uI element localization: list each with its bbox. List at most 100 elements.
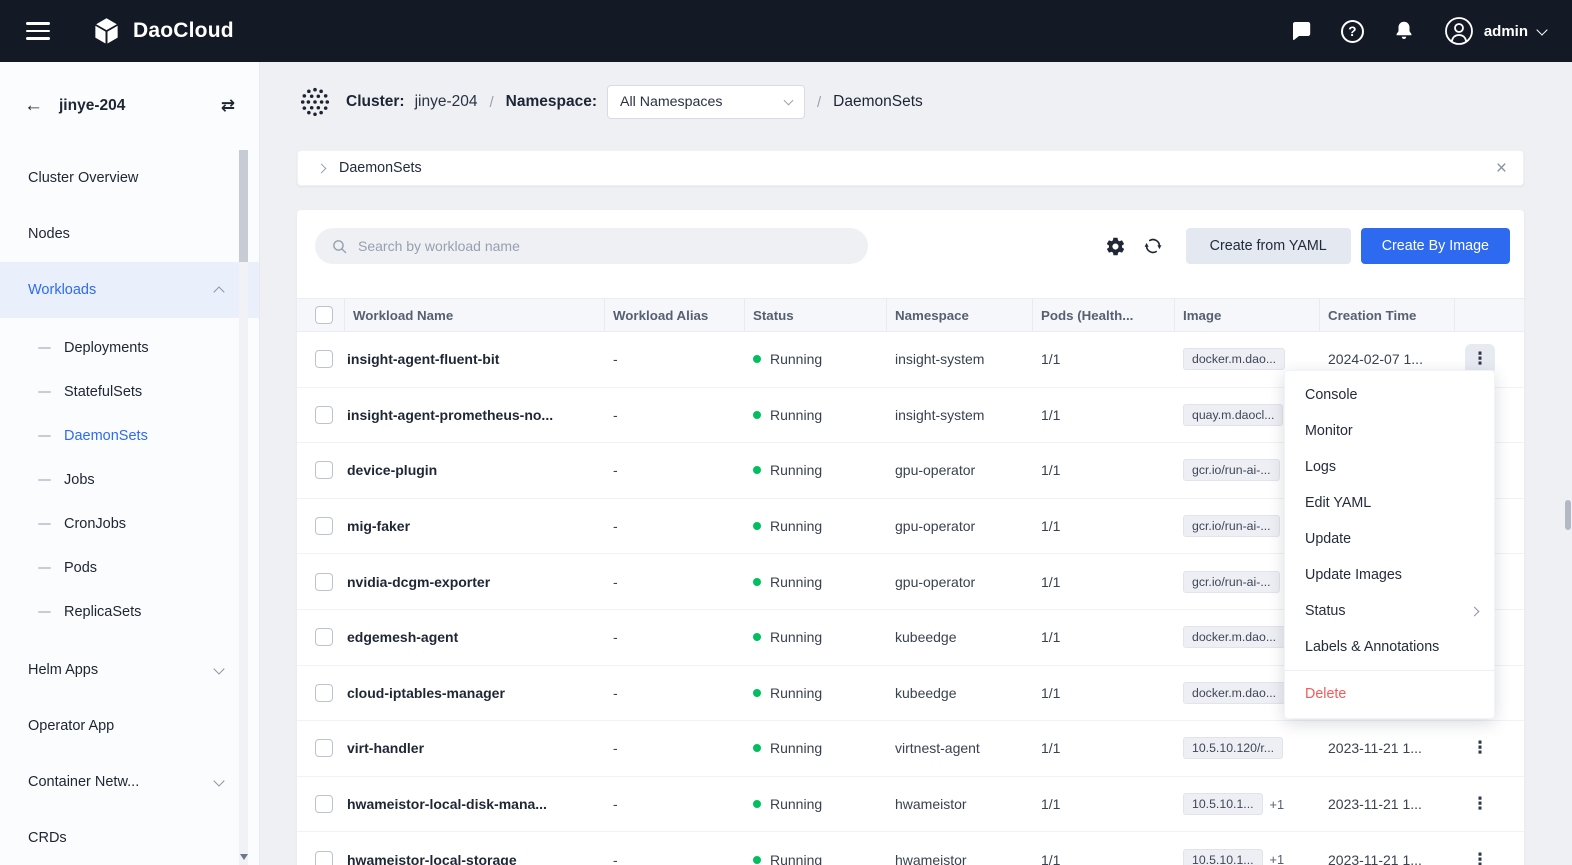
workload-name[interactable]: edgemesh-agent [345,629,605,645]
sidebar-item-cluster-overview[interactable]: Cluster Overview [0,150,259,206]
image-tag: docker.m.dao... [1183,348,1285,370]
window-scrollbar[interactable] [1564,62,1572,865]
workload-name[interactable]: hwameistor-local-disk-mana... [345,796,605,812]
sidebar-item-workloads[interactable]: Workloads [0,262,259,318]
back-arrow-icon[interactable]: ← [24,95,43,117]
row-checkbox-cell [297,406,345,424]
dash-icon [38,391,51,394]
sidebar-item-label: Cluster Overview [28,170,138,186]
search-box[interactable] [315,228,868,264]
hamburger-menu-icon[interactable] [26,22,50,39]
main-content: Cluster: jinye-204 / Namespace: All Name… [260,62,1572,865]
pods-cell: 1/1 [1033,796,1175,812]
row-checkbox[interactable] [315,461,333,479]
row-checkbox[interactable] [315,851,333,865]
sidebar-item-helm-apps[interactable]: Helm Apps [0,642,259,698]
gear-icon[interactable] [1105,236,1126,257]
brand-name: DaoCloud [133,19,234,43]
row-checkbox-cell [297,350,345,368]
tab-daemonsets[interactable]: DaemonSets [339,160,422,176]
image-tag: gcr.io/run-ai-... [1183,459,1280,481]
sidebar-item-crds[interactable]: CRDs [0,810,259,865]
menu-item-delete[interactable]: Delete [1285,676,1494,712]
row-checkbox[interactable] [315,406,333,424]
workload-name[interactable]: mig-faker [345,518,605,534]
bell-icon[interactable] [1392,19,1416,43]
status-cell: Running [745,462,887,478]
row-checkbox[interactable] [315,517,333,535]
row-checkbox[interactable] [315,573,333,591]
row-actions-cell: ⋮ [1455,733,1524,763]
refresh-icon[interactable] [1142,235,1164,257]
help-icon[interactable]: ? [1341,20,1364,43]
image-tag: gcr.io/run-ai-... [1183,515,1280,537]
workload-alias: - [605,740,745,756]
menu-item-console[interactable]: Console [1285,377,1494,413]
select-all-checkbox[interactable] [315,306,333,324]
menu-item-monitor[interactable]: Monitor [1285,413,1494,449]
window-scrollbar-thumb[interactable] [1565,500,1571,530]
create-from-yaml-button[interactable]: Create from YAML [1186,228,1351,264]
image-cell: 10.5.10.1...+1 [1175,793,1320,815]
menu-item-status[interactable]: Status [1285,593,1494,629]
row-checkbox-cell [297,628,345,646]
namespace-value: All Namespaces [620,94,723,110]
workload-name[interactable]: device-plugin [345,462,605,478]
row-checkbox[interactable] [315,628,333,646]
scrollbar-thumb[interactable] [239,150,248,262]
sidebar-item-jobs[interactable]: Jobs [0,458,259,502]
sidebar-item-nodes[interactable]: Nodes [0,206,259,262]
sidebar-item-replicasets[interactable]: ReplicaSets [0,590,259,634]
row-checkbox[interactable] [315,684,333,702]
switch-cluster-icon[interactable]: ⇄ [221,96,235,116]
kebab-menu-icon[interactable]: ⋮ [1465,845,1495,865]
status-dot-icon [753,355,761,363]
workload-name[interactable]: insight-agent-fluent-bit [345,351,605,367]
namespace-cell: kubeedge [887,685,1033,701]
menu-item-logs[interactable]: Logs [1285,449,1494,485]
pods-cell: 1/1 [1033,462,1175,478]
menu-item-edit-yaml[interactable]: Edit YAML [1285,485,1494,521]
kebab-menu-icon[interactable]: ⋮ [1465,789,1495,819]
workload-name[interactable]: virt-handler [345,740,605,756]
namespace-cell: insight-system [887,407,1033,423]
kebab-menu-icon[interactable]: ⋮ [1465,733,1495,763]
sidebar-item-container-netw[interactable]: Container Netw... [0,754,259,810]
sidebar-item-statefulsets[interactable]: StatefulSets [0,370,259,414]
sidebar-item-deployments[interactable]: Deployments [0,326,259,370]
row-checkbox[interactable] [315,739,333,757]
status-dot-icon [753,744,761,752]
sidebar-item-operator-app[interactable]: Operator App [0,698,259,754]
sidebar-item-daemonsets[interactable]: DaemonSets [0,414,259,458]
status-dot-icon [753,633,761,641]
sidebar-item-label: Operator App [28,718,114,734]
user-menu[interactable]: admin [1444,16,1546,46]
workload-name[interactable]: nvidia-dcgm-exporter [345,574,605,590]
sidebar-item-label: Jobs [64,472,95,488]
menu-item-label: Update Images [1305,567,1402,583]
namespace-select[interactable]: All Namespaces [607,85,805,119]
menu-item-labels-annotations[interactable]: Labels & Annotations [1285,629,1494,665]
create-by-image-button[interactable]: Create By Image [1361,228,1510,264]
row-checkbox[interactable] [315,350,333,368]
sidebar-scrollbar[interactable] [239,150,248,865]
chevron-right-icon [1470,606,1480,616]
scrollbar-down-arrow-icon[interactable] [240,854,248,860]
menu-item-update[interactable]: Update [1285,521,1494,557]
menu-item-update-images[interactable]: Update Images [1285,557,1494,593]
status-dot-icon [753,411,761,419]
chat-icon[interactable] [1289,19,1313,43]
sidebar-item-label: CronJobs [64,516,126,532]
workload-name[interactable]: insight-agent-prometheus-no... [345,407,605,423]
sidebar-item-pods[interactable]: Pods [0,546,259,590]
workload-name[interactable]: cloud-iptables-manager [345,685,605,701]
search-input[interactable] [358,238,852,254]
table-row: hwameistor-local-storage-Runninghwameist… [297,832,1524,865]
row-checkbox[interactable] [315,795,333,813]
sidebar-item-cronjobs[interactable]: CronJobs [0,502,259,546]
image-extra-count: +1 [1270,852,1285,865]
close-icon[interactable]: × [1496,159,1507,178]
workload-name[interactable]: hwameistor-local-storage [345,852,605,865]
status-cell: Running [745,852,887,865]
table-row: virt-handler-Runningvirtnest-agent1/110.… [297,721,1524,777]
